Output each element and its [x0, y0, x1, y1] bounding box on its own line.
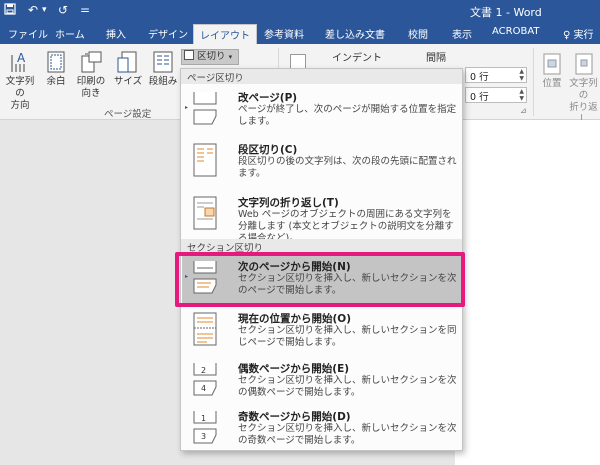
tab-design[interactable]: デザイン [148, 26, 188, 41]
odd-page-section-item[interactable]: 1 3 奇数ページから開始(D) セクション区切りを挿入し、新しいセクションを次… [182, 405, 462, 451]
position-icon [543, 53, 561, 75]
margins-button[interactable]: 余白 [42, 50, 70, 88]
document-page-edge [463, 200, 464, 201]
annotation-highlight-box [175, 252, 465, 307]
customize-qat-icon[interactable]: = [80, 3, 90, 17]
continuous-icon [193, 312, 217, 346]
spacing-before-input[interactable]: 0 行 ▲ ▼ [465, 67, 527, 83]
column-break-icon [193, 143, 217, 177]
svg-text:2: 2 [201, 366, 206, 375]
tab-tell-me[interactable]: ♀ 実行 [563, 26, 594, 41]
text-wrapping-item[interactable]: 文字列の折り返し(T) Web ページのオブジェクトの周囲にある文字列を分離しま… [182, 191, 462, 244]
tab-review[interactable]: 校閲 [408, 26, 428, 41]
continuous-section-item[interactable]: 現在の位置から開始(O) セクション区切りを挿入し、新しいセクションを同じページ… [182, 307, 462, 357]
undo-dropdown-icon[interactable]: ▾ [42, 5, 47, 15]
page-break-item[interactable]: ▸ 改ページ(P) ページが終了し、次のページが開始する位置を指定します。 [182, 86, 462, 136]
breaks-icon [184, 50, 194, 60]
columns-button[interactable]: 段組み [147, 50, 179, 88]
margins-icon [47, 51, 65, 73]
tab-acrobat[interactable]: ACROBAT [492, 26, 540, 37]
undo-icon[interactable]: ↶ [28, 3, 38, 17]
text-wrapping-icon [193, 196, 217, 230]
spacing-label: 間隔 [426, 53, 446, 64]
svg-text:4: 4 [201, 384, 206, 393]
svg-text:A: A [17, 51, 26, 65]
continuous-desc: セクション区切りを挿入し、新しいセクションを同じページで開始します。 [238, 325, 457, 348]
position-button[interactable]: 位置 [538, 52, 566, 90]
wrap-text-button[interactable]: 文字列の 折り返し [567, 52, 600, 126]
even-page-title: 偶数ページから開始(E) [238, 363, 350, 375]
columns-label: 段組み [148, 76, 178, 87]
even-page-icon: 2 4 [193, 363, 217, 396]
page-setup-group-label: ページ設定 [104, 109, 152, 120]
page-break-title: 改ページ(P) [238, 92, 298, 104]
position-label: 位置 [542, 78, 562, 89]
page-breaks-header: ページ区切り [181, 69, 462, 84]
column-break-title: 段区切り(C) [238, 144, 298, 156]
tab-insert[interactable]: 挿入 [106, 26, 126, 41]
save-icon[interactable] [4, 3, 16, 18]
spacing-after-value: 0 行 [470, 92, 489, 103]
text-direction-button[interactable]: A 文字列の 方向 [2, 50, 38, 112]
document-page[interactable] [455, 120, 600, 465]
odd-page-title: 奇数ページから開始(D) [238, 411, 351, 423]
svg-text:3: 3 [201, 432, 206, 441]
group-separator [533, 48, 534, 116]
size-button[interactable]: サイズ [112, 50, 144, 88]
odd-page-icon: 1 3 [193, 411, 217, 444]
column-break-item[interactable]: 段区切り(C) 段区切りの後の文字列は、次の段の先頭に配置されます。 [182, 138, 462, 190]
text-direction-icon: A [11, 51, 26, 72]
breaks-button[interactable]: 区切り ▾ [181, 49, 239, 65]
tab-file[interactable]: ファイル [8, 26, 48, 41]
continuous-title: 現在の位置から開始(O) [238, 313, 352, 325]
spin-arrows-icon[interactable]: ▲ ▼ [519, 68, 524, 82]
indent-label: インデント [332, 53, 382, 64]
tab-home[interactable]: ホーム [55, 26, 85, 41]
redo-icon[interactable]: ↺ [58, 3, 68, 17]
orientation-label: 印刷の 向き [76, 76, 106, 99]
title-bar: ↶ ▾ ↺ = 文書 1 - Word [0, 0, 600, 22]
wrap-text-icon [575, 53, 592, 75]
size-icon [117, 51, 137, 73]
even-page-section-item[interactable]: 2 4 偶数ページから開始(E) セクション区切りを挿入し、新しいセクションを次… [182, 357, 462, 405]
margins-label: 余白 [46, 76, 66, 87]
document-title: 文書 1 - Word [470, 6, 542, 19]
column-break-desc: 段区切りの後の文字列は、次の段の先頭に配置されます。 [238, 156, 457, 179]
tab-references[interactable]: 参考資料 [264, 26, 304, 41]
dialog-launcher-icon[interactable]: ⊿ [520, 106, 527, 115]
odd-page-desc: セクション区切りを挿入し、新しいセクションを次の奇数ページで開始します。 [238, 423, 457, 446]
breaks-label: 区切り [197, 51, 226, 62]
orientation-button[interactable]: 印刷の 向き [74, 50, 108, 100]
pointer-marker-icon: ▸ [185, 104, 189, 111]
even-page-desc: セクション区切りを挿入し、新しいセクションを次の偶数ページで開始します。 [238, 375, 457, 398]
columns-icon [153, 51, 173, 73]
spacing-after-input[interactable]: 0 行 ▲ ▼ [465, 87, 527, 103]
tab-layout[interactable]: レイアウト [193, 24, 257, 44]
svg-text:1: 1 [201, 414, 206, 423]
wrap-text-label: 文字列の 折り返し [569, 78, 598, 125]
page-break-desc: ページが終了し、次のページが開始する位置を指定します。 [238, 104, 457, 127]
text-wrapping-title: 文字列の折り返し(T) [238, 197, 339, 209]
orientation-icon [81, 51, 102, 73]
page-break-icon [193, 92, 217, 125]
tab-mailings[interactable]: 差し込み文書 [325, 26, 385, 41]
tab-view[interactable]: 表示 [452, 26, 472, 41]
spacing-before-value: 0 行 [470, 72, 489, 83]
chevron-down-icon: ▾ [228, 53, 233, 61]
ribbon-tabs: ファイル ホーム 挿入 デザイン レイアウト 参考資料 差し込み文書 校閲 表示… [0, 22, 600, 44]
text-direction-label: 文字列の 方向 [5, 76, 35, 111]
size-label: サイズ [113, 76, 143, 87]
spin-arrows-icon[interactable]: ▲ ▼ [519, 88, 524, 102]
